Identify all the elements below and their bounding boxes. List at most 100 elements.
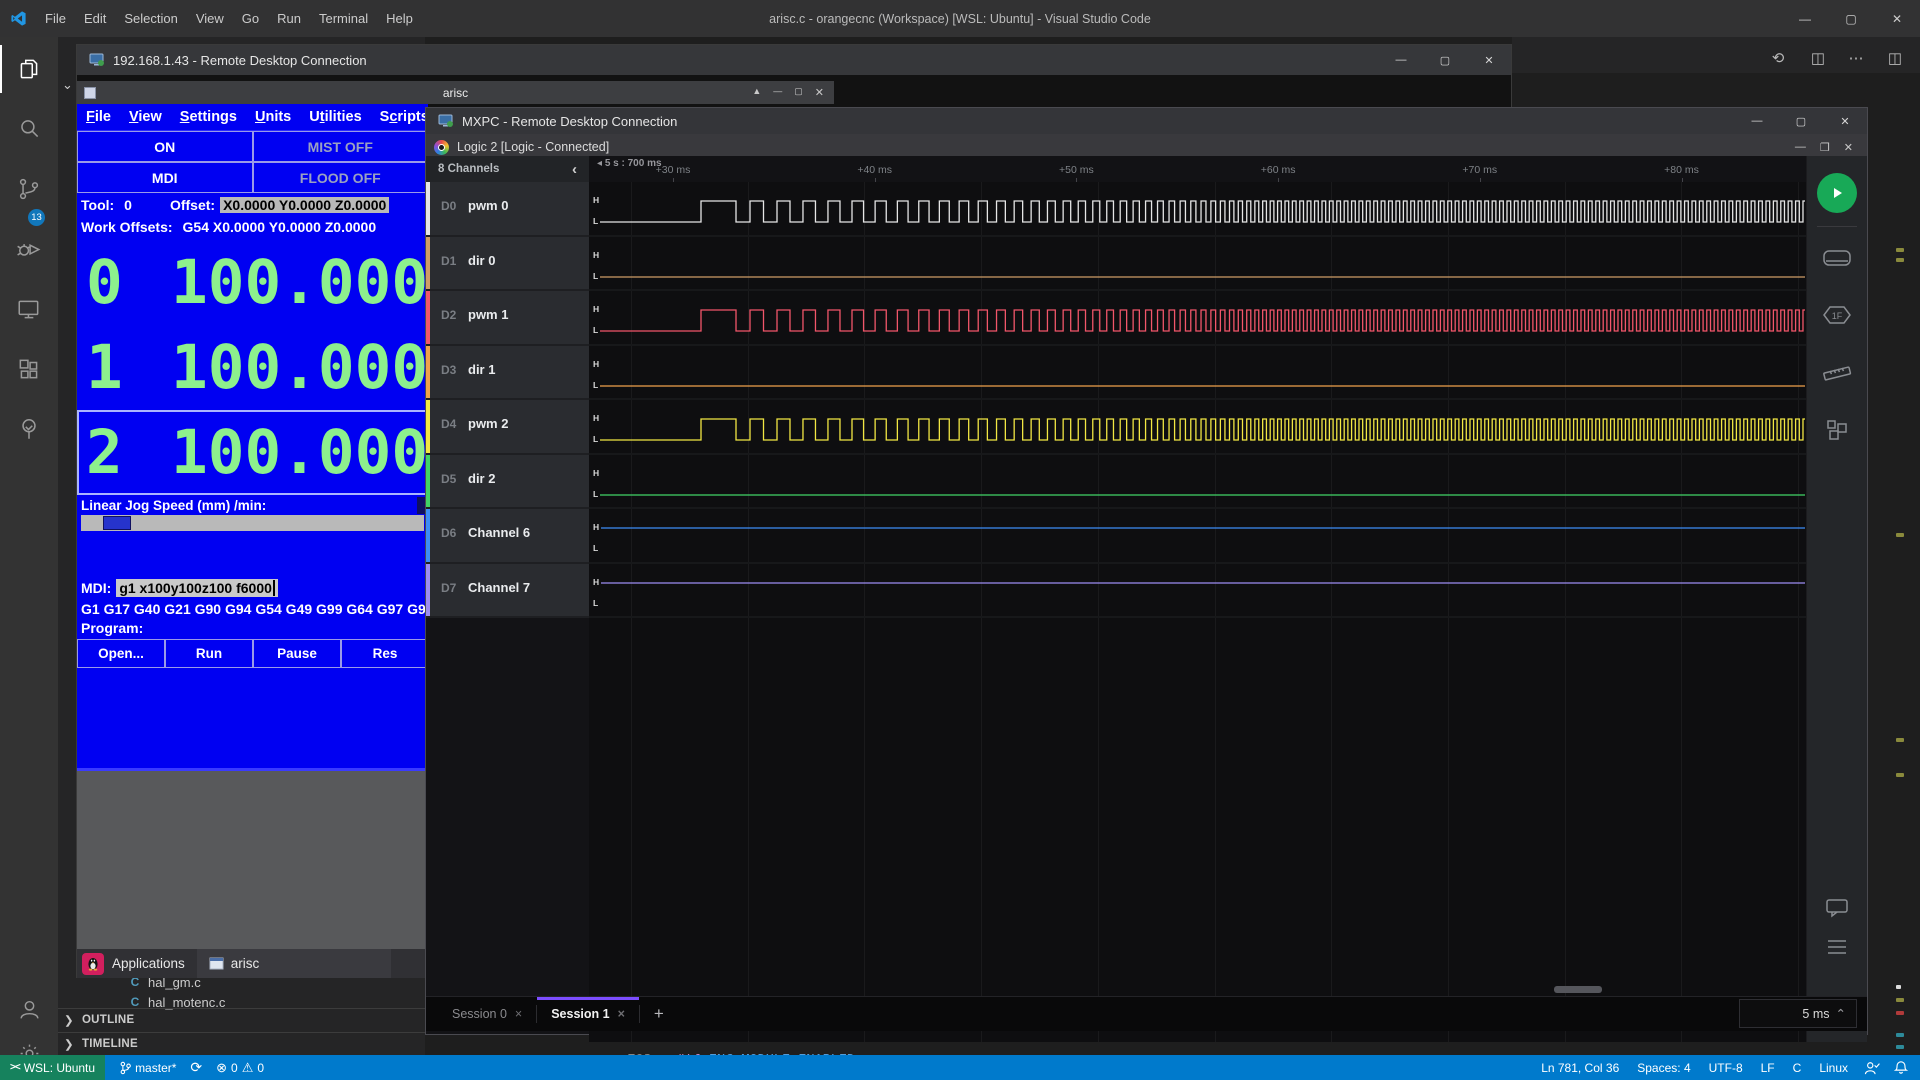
cnc-button-mist-off[interactable]: MIST OFF <box>253 131 429 162</box>
new-session-button[interactable]: + <box>654 1004 664 1024</box>
status-item-4[interactable]: C <box>1784 1055 1811 1080</box>
extensions-icon[interactable] <box>0 345 58 393</box>
status-item-2[interactable]: UTF-8 <box>1700 1055 1752 1080</box>
outline-section-header[interactable]: ❯ OUTLINE <box>58 1008 425 1030</box>
remote-indicator[interactable]: >< WSL: Ubuntu <box>0 1055 105 1080</box>
cnc-button-on[interactable]: ON <box>77 131 253 162</box>
cnc-menu-units[interactable]: Units <box>246 109 300 125</box>
arisc-shade-button[interactable]: ▲ <box>752 86 761 99</box>
more-actions-icon[interactable]: ⋯ <box>1841 45 1871 71</box>
jog-speed-slider[interactable] <box>81 515 424 531</box>
vscode-maximize-button[interactable]: ▢ <box>1828 0 1874 37</box>
status-item-3[interactable]: LF <box>1752 1055 1784 1080</box>
applications-menu-button[interactable] <box>82 953 104 975</box>
cnc-button-flood-off[interactable]: FLOOD OFF <box>253 162 429 193</box>
problems-indicator[interactable]: ⊗ 0 ⚠ 0 <box>209 1055 271 1080</box>
channel-row-d5[interactable]: D5dir 2 <box>426 455 589 510</box>
vscode-menu-edit[interactable]: Edit <box>75 11 115 26</box>
person-check-icon[interactable] <box>1857 1055 1887 1080</box>
channel-id: D0 <box>441 199 456 213</box>
program-button-res[interactable]: Res <box>341 639 428 668</box>
logic-close-button[interactable]: ✕ <box>1844 141 1853 154</box>
tree-icon[interactable] <box>0 405 58 453</box>
arisc-window-titlebar[interactable]: arisc ▲ — ▢ ✕ <box>77 81 834 104</box>
git-branch-indicator[interactable]: master* <box>113 1055 183 1080</box>
rdp1-maximize-button[interactable]: ▢ <box>1423 54 1467 67</box>
program-button-run[interactable]: Run <box>165 639 253 668</box>
channel-row-d0[interactable]: D0pwm 0 <box>426 182 589 237</box>
arisc-minimize-button[interactable]: — <box>773 86 782 99</box>
cnc-menu-scripts[interactable]: Scripts <box>371 109 428 125</box>
jog-slider-handle[interactable] <box>103 516 131 530</box>
measure-ruler-icon[interactable] <box>1822 362 1852 384</box>
run-debug-icon[interactable] <box>0 225 58 273</box>
search-icon[interactable] <box>0 105 58 153</box>
vscode-menu-help[interactable]: Help <box>377 11 422 26</box>
cnc-button-mdi[interactable]: MDI <box>77 162 253 193</box>
channel-row-d7[interactable]: D7Channel 7 <box>426 564 589 619</box>
cnc-menu-utilities[interactable]: Utilities <box>300 109 370 125</box>
applications-label[interactable]: Applications <box>112 956 185 971</box>
vscode-menu-file[interactable]: File <box>36 11 75 26</box>
channel-row-d6[interactable]: D6Channel 6 <box>426 509 589 564</box>
waveform-area[interactable]: HLHLHLHLHLHLHLHL <box>589 182 1809 1042</box>
time-tick-label: +40 ms <box>857 164 892 176</box>
mdi-input[interactable]: g1 x100y100z100 f6000 <box>116 579 278 597</box>
close-session-icon[interactable]: × <box>618 1007 625 1021</box>
status-item-5[interactable]: Linux <box>1810 1055 1857 1080</box>
sync-indicator[interactable]: ⟳ <box>183 1055 209 1080</box>
timeline-section-header[interactable]: ❯ TIMELINE <box>58 1032 425 1054</box>
arisc-maximize-button[interactable]: ▢ <box>794 86 803 99</box>
vscode-menu-view[interactable]: View <box>187 11 233 26</box>
split-editor-icon[interactable]: ◫ <box>1803 45 1833 71</box>
protocol-analyzer-icon[interactable]: 1F <box>1821 304 1853 326</box>
vscode-menu-go[interactable]: Go <box>233 11 268 26</box>
program-button-pause[interactable]: Pause <box>253 639 341 668</box>
remote-explorer-icon[interactable] <box>0 285 58 333</box>
explorer-chevron-icon[interactable]: ⌄ <box>62 77 73 93</box>
rdp2-titlebar[interactable]: MXPC - Remote Desktop Connection — ▢ ✕ <box>426 108 1867 134</box>
vscode-menu-selection[interactable]: Selection <box>115 11 186 26</box>
channel-row-d3[interactable]: D3dir 1 <box>426 346 589 401</box>
taskbar-window-button[interactable]: arisc <box>197 949 391 978</box>
rdp2-close-button[interactable]: ✕ <box>1823 115 1867 128</box>
rdp1-close-button[interactable]: ✕ <box>1467 54 1511 67</box>
channel-row-d2[interactable]: D2pwm 1 <box>426 291 589 346</box>
vscode-menu-terminal[interactable]: Terminal <box>310 11 377 26</box>
logic-restore-button[interactable]: ❐ <box>1820 141 1830 154</box>
files-icon[interactable] <box>0 45 58 93</box>
channel-row-d4[interactable]: D4pwm 2 <box>426 400 589 455</box>
cnc-menu-file[interactable]: File <box>77 109 120 125</box>
device-settings-icon[interactable] <box>1822 248 1852 268</box>
cnc-menu-view[interactable]: View <box>120 109 171 125</box>
session-tab-0[interactable]: Session 0× <box>438 997 536 1031</box>
source-control-icon[interactable] <box>0 165 58 213</box>
channel-row-d1[interactable]: D1dir 0 <box>426 237 589 292</box>
history-icon[interactable]: ⟲ <box>1763 45 1793 71</box>
zoom-level-indicator[interactable]: 5 ms ⌃ <box>1739 999 1857 1028</box>
session-tab-1[interactable]: Session 1× <box>537 997 639 1031</box>
vscode-close-button[interactable]: ✕ <box>1874 0 1920 37</box>
arisc-close-button[interactable]: ✕ <box>815 86 824 99</box>
list-menu-icon[interactable] <box>1826 938 1848 956</box>
program-button-open[interactable]: Open... <box>77 639 165 668</box>
vscode-menu-run[interactable]: Run <box>268 11 310 26</box>
account-icon[interactable] <box>0 985 58 1033</box>
rdp2-minimize-button[interactable]: — <box>1735 115 1779 127</box>
logic-minimize-button[interactable]: — <box>1795 141 1806 154</box>
collapse-panel-icon[interactable]: ‹ <box>572 161 577 178</box>
layout-icon[interactable]: ◫ <box>1880 45 1910 71</box>
comments-icon[interactable] <box>1825 898 1849 918</box>
vscode-minimize-button[interactable]: — <box>1782 0 1828 37</box>
rdp1-minimize-button[interactable]: — <box>1379 54 1423 66</box>
layout-grid-icon[interactable] <box>1825 418 1849 442</box>
rdp2-maximize-button[interactable]: ▢ <box>1779 115 1823 128</box>
status-item-0[interactable]: Ln 781, Col 36 <box>1532 1055 1628 1080</box>
waveform-hscrollbar[interactable] <box>1554 986 1602 993</box>
status-item-1[interactable]: Spaces: 4 <box>1628 1055 1699 1080</box>
run-capture-button[interactable] <box>1817 173 1857 213</box>
notifications-bell-icon[interactable] <box>1887 1055 1920 1080</box>
rdp1-titlebar[interactable]: 192.168.1.43 - Remote Desktop Connection… <box>77 45 1511 75</box>
cnc-menu-settings[interactable]: Settings <box>171 109 246 125</box>
close-session-icon[interactable]: × <box>515 1007 522 1021</box>
